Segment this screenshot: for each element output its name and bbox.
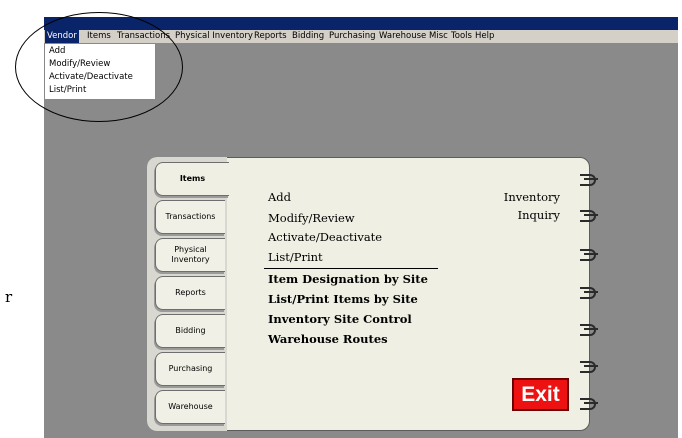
menu-bidding[interactable]: Bidding bbox=[290, 30, 326, 43]
option-activate-deactivate[interactable]: Activate/Deactivate bbox=[268, 230, 382, 244]
inventory-inquiry-line1[interactable]: Inventory bbox=[490, 190, 560, 204]
binder-ring-icon bbox=[580, 398, 600, 412]
binder-ring-icon bbox=[580, 249, 600, 263]
menu-reports[interactable]: Reports bbox=[252, 30, 289, 43]
menu-misc[interactable]: Misc bbox=[427, 30, 450, 43]
binder-ring-icon bbox=[580, 324, 600, 338]
tab-warehouse[interactable]: Warehouse bbox=[155, 390, 225, 424]
options-divider bbox=[264, 268, 438, 269]
menu-physical-inventory[interactable]: Physical Inventory bbox=[173, 30, 255, 43]
screenshot-stage: Vendor Items Transactions Physical Inven… bbox=[0, 0, 682, 438]
tab-bidding[interactable]: Bidding bbox=[155, 314, 225, 348]
binder-ring-icon bbox=[580, 361, 600, 375]
menu-tools[interactable]: Tools bbox=[449, 30, 474, 43]
callout-ellipse bbox=[15, 12, 183, 122]
page-text-fragment: r bbox=[5, 288, 13, 306]
option-add[interactable]: Add bbox=[268, 190, 291, 204]
option-warehouse-routes[interactable]: Warehouse Routes bbox=[268, 332, 388, 346]
binder-ring-icon bbox=[580, 210, 600, 224]
option-inventory-site-control[interactable]: Inventory Site Control bbox=[268, 312, 412, 326]
tab-transactions[interactable]: Transactions bbox=[155, 200, 225, 234]
option-modify-review[interactable]: Modify/Review bbox=[268, 211, 355, 225]
tab-items[interactable]: Items bbox=[155, 162, 229, 196]
option-item-designation-by-site[interactable]: Item Designation by Site bbox=[268, 272, 428, 286]
binder-rings bbox=[580, 165, 600, 415]
menu-purchasing[interactable]: Purchasing bbox=[327, 30, 378, 43]
tab-physical-inventory[interactable]: Physical Inventory bbox=[155, 238, 225, 272]
menu-help[interactable]: Help bbox=[473, 30, 496, 43]
exit-button[interactable]: Exit bbox=[512, 378, 569, 411]
tab-purchasing[interactable]: Purchasing bbox=[155, 352, 225, 386]
binder-ring-icon bbox=[580, 287, 600, 301]
tab-reports[interactable]: Reports bbox=[155, 276, 225, 310]
option-list-print-items-by-site[interactable]: List/Print Items by Site bbox=[268, 292, 418, 306]
inventory-inquiry-line2[interactable]: Inquiry bbox=[490, 208, 560, 222]
option-list-print[interactable]: List/Print bbox=[268, 250, 323, 264]
binder-ring-icon bbox=[580, 174, 600, 188]
menu-warehouse[interactable]: Warehouse bbox=[377, 30, 428, 43]
